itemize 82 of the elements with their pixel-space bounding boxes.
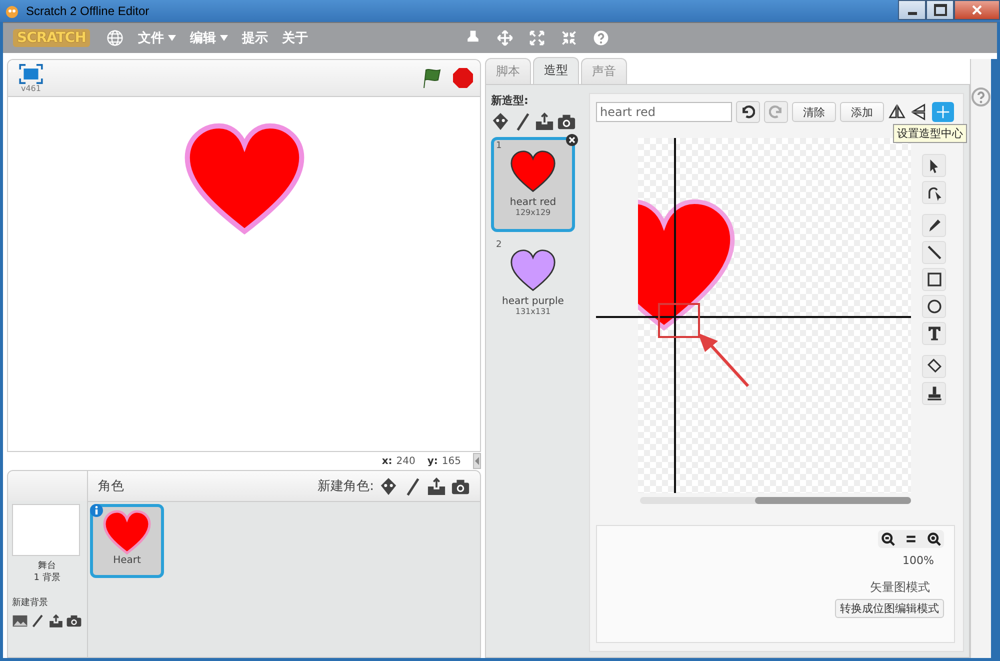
costume-name: heart red <box>510 197 556 208</box>
clear-button[interactable]: 清除 <box>792 102 836 122</box>
costume-size: 131x131 <box>515 307 551 316</box>
camera-icon[interactable] <box>66 614 82 628</box>
close-button[interactable] <box>954 0 1000 20</box>
version-label: v461 <box>20 84 41 92</box>
tab[interactable]: 脚本 <box>485 58 531 84</box>
new-sprite-label: 新建角色: <box>318 478 374 495</box>
add-button[interactable]: 添加 <box>840 102 884 122</box>
delete-icon[interactable] <box>566 134 578 146</box>
new-costume-label: 新造型: <box>491 93 528 108</box>
text-icon <box>926 325 942 342</box>
sprite-name: Heart <box>113 555 141 566</box>
shrink-icon[interactable] <box>560 29 578 47</box>
info-icon[interactable] <box>90 504 103 517</box>
sprites-title: 角色 <box>98 478 124 495</box>
mouse-y-value: 165 <box>442 456 461 466</box>
select-tool[interactable] <box>922 154 946 177</box>
ellipse-tool[interactable] <box>922 295 946 318</box>
zoom-in-icon <box>927 532 941 546</box>
fill-tool[interactable] <box>922 355 946 378</box>
stamp-icon <box>926 385 942 402</box>
flip-horizontal-icon[interactable] <box>888 103 906 121</box>
stage-label: 舞台 <box>38 560 56 572</box>
globe-icon[interactable] <box>106 29 124 47</box>
rectangle-tool[interactable] <box>922 268 946 291</box>
line-icon <box>926 244 942 261</box>
close-icon <box>972 5 982 15</box>
costume-card[interactable]: 2 heart purple 131x131 <box>491 236 575 331</box>
caret-icon <box>475 457 479 465</box>
help-icon[interactable] <box>971 87 991 107</box>
undo-icon <box>741 105 755 119</box>
upload-icon[interactable] <box>427 476 446 496</box>
grow-icon[interactable] <box>528 29 546 47</box>
stop-icon[interactable] <box>452 67 474 89</box>
convert-bitmap-button[interactable]: 转换成位图编辑模式 <box>835 599 944 618</box>
costume-name-field[interactable]: heart red <box>596 102 732 122</box>
tooltip: 设置造型中心 <box>893 124 967 143</box>
rectangle-icon <box>926 271 942 288</box>
collapse-button[interactable] <box>473 453 481 469</box>
zoom-level: 100% <box>902 554 934 567</box>
backdrop-count: 1 背景 <box>34 572 60 584</box>
mode-label: 矢量图模式 <box>870 579 930 596</box>
pencil-tool[interactable] <box>922 214 946 237</box>
sprite-card[interactable]: Heart <box>90 504 164 578</box>
costume-library-icon[interactable] <box>491 112 510 131</box>
ellipse-icon <box>926 298 942 315</box>
annotation-arrow <box>696 332 752 390</box>
image-icon[interactable] <box>12 614 28 628</box>
tab[interactable]: 声音 <box>581 58 627 84</box>
window-title: Scratch 2 Offline Editor <box>26 4 150 18</box>
text-tool[interactable] <box>922 322 946 345</box>
mouse-x-label: x: <box>382 456 392 466</box>
highlight-box <box>658 303 700 338</box>
reshape-tool[interactable] <box>922 181 946 204</box>
undo-button[interactable] <box>736 101 760 123</box>
new-backdrop-label: 新建背景 <box>12 596 48 609</box>
costume-card[interactable]: 1 heart red 129x129 <box>491 137 575 232</box>
costume-name: heart purple <box>502 296 564 307</box>
tab[interactable]: 造型 <box>533 57 579 85</box>
help-icon[interactable] <box>592 29 610 47</box>
minimize-button[interactable] <box>898 0 926 20</box>
sprite-library-icon[interactable] <box>379 476 398 496</box>
upload-icon[interactable] <box>535 112 554 131</box>
redo-icon <box>769 105 783 119</box>
maximize-button[interactable] <box>926 0 954 20</box>
mouse-y-label: y: <box>427 456 438 466</box>
flip-vertical-icon[interactable] <box>910 103 928 121</box>
zoom-out-icon <box>881 532 895 546</box>
crosshair-icon <box>936 105 950 119</box>
camera-icon[interactable] <box>557 112 576 131</box>
costume-number: 1 <box>496 141 502 151</box>
costume-number: 2 <box>496 240 502 250</box>
mouse-x-value: 240 <box>396 456 416 466</box>
costume-size: 129x129 <box>515 208 551 217</box>
upload-icon[interactable] <box>48 614 64 628</box>
fullscreen-icon[interactable] <box>18 64 44 84</box>
line-tool[interactable] <box>922 241 946 264</box>
horizontal-scrollbar[interactable] <box>640 497 911 504</box>
stage-thumbnail[interactable] <box>12 504 80 556</box>
stamp-tool[interactable] <box>922 382 946 405</box>
heart-thumbnail <box>102 509 152 555</box>
